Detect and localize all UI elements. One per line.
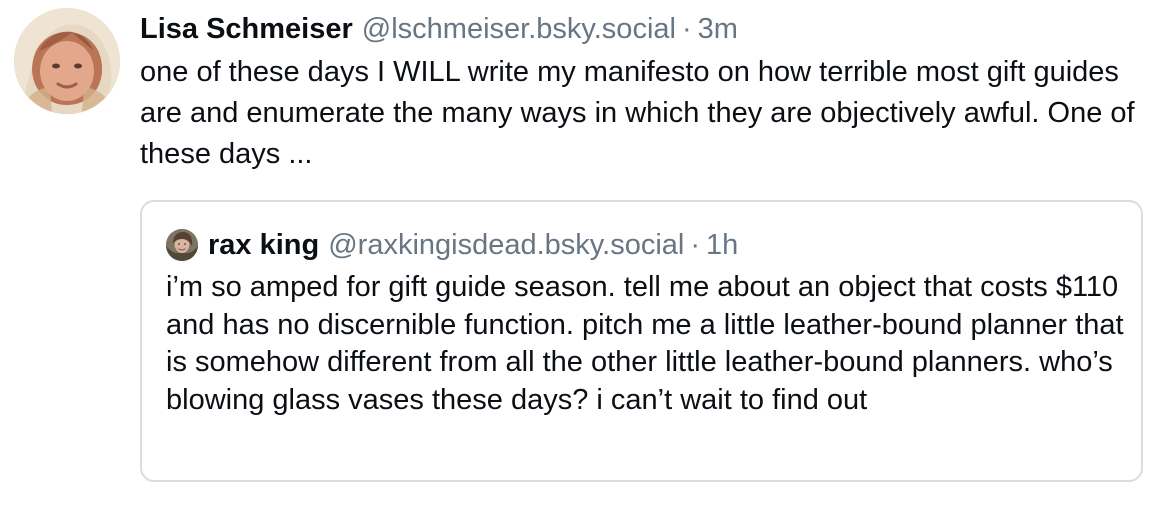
post-header: Lisa Schmeiser @lschmeiser.bsky.social ·… xyxy=(140,10,738,48)
post-text: one of these days I WILL write my manife… xyxy=(140,56,1135,170)
quoted-author-avatar[interactable] xyxy=(166,229,198,261)
post[interactable]: Lisa Schmeiser @lschmeiser.bsky.social ·… xyxy=(0,0,1174,508)
quoted-post-timestamp[interactable]: 1h xyxy=(706,226,738,264)
quoted-metadata-separator: · xyxy=(690,229,701,261)
avatar-photo-icon xyxy=(166,229,198,261)
author-handle[interactable]: @lschmeiser.bsky.social xyxy=(362,10,676,48)
quoted-post-text: i’m so amped for gift guide season. tell… xyxy=(166,271,1124,416)
quoted-author-display-name[interactable]: rax king xyxy=(208,226,319,264)
post-timestamp[interactable]: 3m xyxy=(698,10,738,48)
metadata-separator: · xyxy=(681,13,692,45)
quoted-post-header: rax king @raxkingisdead.bsky.social · 1h xyxy=(208,226,738,264)
quoted-author-handle[interactable]: @raxkingisdead.bsky.social xyxy=(328,226,684,264)
author-display-name[interactable]: Lisa Schmeiser xyxy=(140,10,353,48)
author-avatar[interactable] xyxy=(14,8,120,114)
avatar-photo-icon xyxy=(14,8,120,114)
quoted-post-card[interactable]: rax king @raxkingisdead.bsky.social · 1h… xyxy=(140,200,1143,482)
